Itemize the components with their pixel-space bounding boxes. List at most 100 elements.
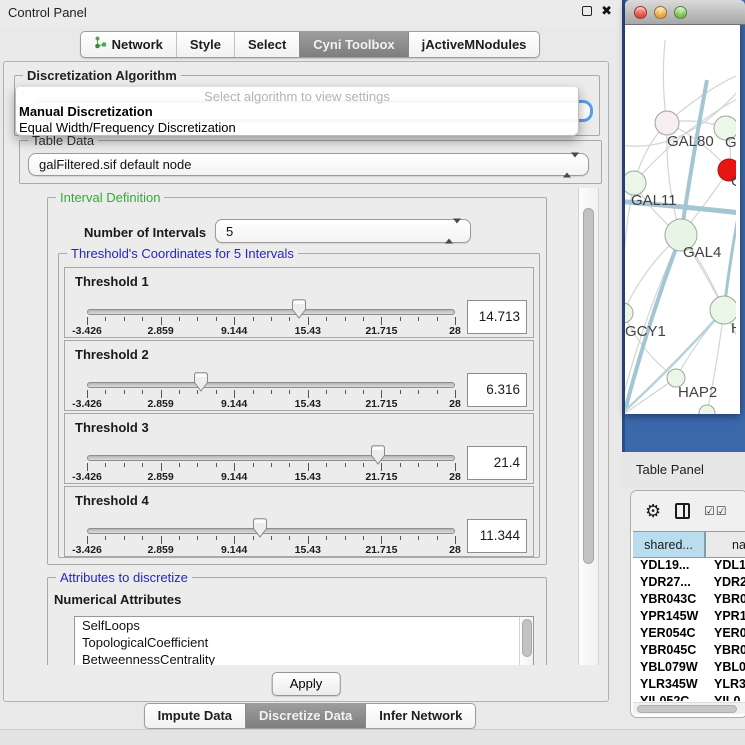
zoom-traffic-light-icon[interactable] xyxy=(674,6,687,19)
tick-mark xyxy=(197,390,198,394)
panel-scrollbar[interactable] xyxy=(578,188,599,665)
tick-mark xyxy=(363,463,364,467)
table-cell: YBR0 xyxy=(706,592,745,609)
table-cell: YDL19... xyxy=(633,558,706,575)
tick-mark xyxy=(124,463,125,467)
tick-mark xyxy=(418,463,419,467)
table-row[interactable]: YDR27...YDR2 xyxy=(633,575,745,592)
column-header-shared[interactable]: shared... xyxy=(633,532,706,557)
tab-cyni-toolbox[interactable]: Cyni Toolbox xyxy=(299,32,407,57)
tab-group: NetworkStyleSelectCyni ToolboxjActiveMNo… xyxy=(80,31,541,58)
tab-select[interactable]: Select xyxy=(234,32,299,57)
tick-mark xyxy=(381,317,382,325)
slider-thumb[interactable] xyxy=(370,445,386,465)
slider-track[interactable] xyxy=(87,528,455,534)
tick-mark xyxy=(308,536,309,544)
gear-icon[interactable]: ⚙ xyxy=(645,502,661,520)
numerical-attributes-list[interactable]: SelfLoopsTopologicalCoefficientBetweenne… xyxy=(74,616,534,665)
tick-mark xyxy=(400,390,401,394)
tick-mark xyxy=(234,317,235,325)
table-row[interactable]: YDL19...YDL1 xyxy=(633,558,745,575)
tick-mark xyxy=(179,390,180,394)
table-data-combobox[interactable]: galFiltered.sif default node xyxy=(28,153,589,176)
algorithm-option-manual-discretization[interactable]: Manual Discretization xyxy=(16,104,578,120)
apply-button[interactable]: Apply xyxy=(272,672,341,696)
table-row[interactable]: YBL079WYBL0 xyxy=(633,660,745,677)
bottom-tab-label: Discretize Data xyxy=(259,708,352,723)
table-row[interactable]: YIL052CYIL0 xyxy=(633,694,745,701)
column-header-na[interactable]: na xyxy=(706,532,745,557)
tick-mark xyxy=(418,536,419,540)
bottom-tab-impute-data[interactable]: Impute Data xyxy=(145,704,245,728)
threshold-4-value-field[interactable]: 11.344 xyxy=(467,519,527,553)
tick-mark xyxy=(234,390,235,398)
slider-thumb[interactable] xyxy=(291,299,307,319)
tick-mark xyxy=(142,390,143,394)
tick-mark xyxy=(253,536,254,540)
threshold-3-slider[interactable]: -3.4262.8599.14415.4321.71528 xyxy=(87,414,455,485)
slider-track[interactable] xyxy=(87,382,455,388)
table-row[interactable]: YLR345WYLR3 xyxy=(633,677,745,694)
slider-tick-labels: -3.4262.8599.14415.4321.71528 xyxy=(87,544,455,557)
tick-label: 9.144 xyxy=(221,544,247,556)
slider-thumb[interactable] xyxy=(193,372,209,392)
tab-network[interactable]: Network xyxy=(81,32,176,57)
bottom-tab-discretize-data[interactable]: Discretize Data xyxy=(245,704,365,728)
table-cell: YIL0 xyxy=(706,694,745,701)
slider-tick-labels: -3.4262.8599.14415.4321.71528 xyxy=(87,471,455,484)
network-canvas[interactable]: GAL80GAGGAL11GAL4GCY1HHAP2 xyxy=(625,25,736,414)
algorithm-option-equal-width-frequency-discretization[interactable]: Equal Width/Frequency Discretization xyxy=(16,120,578,136)
threshold-2-value-field[interactable]: 6.316 xyxy=(467,373,527,407)
attributes-scrollbar[interactable] xyxy=(519,617,534,665)
bottom-node[interactable] xyxy=(699,405,715,414)
stepper-icon xyxy=(563,157,579,172)
attribute-betweennesscentrality[interactable]: BetweennessCentrality xyxy=(75,651,533,665)
tick-mark xyxy=(326,536,327,540)
panel-scroll-thumb[interactable] xyxy=(583,208,594,564)
attributes-scroll-thumb[interactable] xyxy=(522,619,532,657)
close-traffic-light-icon[interactable] xyxy=(634,6,647,19)
slider-track[interactable] xyxy=(87,455,455,461)
minimize-traffic-light-icon[interactable] xyxy=(654,6,667,19)
table-row[interactable]: YPR145WYPR1 xyxy=(633,609,745,626)
number-of-intervals-combobox[interactable]: 5 xyxy=(215,219,471,243)
tick-label: 15.43 xyxy=(295,471,321,483)
threshold-1-value-field[interactable]: 14.713 xyxy=(467,300,527,334)
slider-thumb[interactable] xyxy=(252,518,268,538)
table-row[interactable]: YBR043CYBR0 xyxy=(633,592,745,609)
tick-label: 2.859 xyxy=(147,471,173,483)
threshold-1-slider[interactable]: -3.4262.8599.14415.4321.71528 xyxy=(87,268,455,339)
table-cell: YER0 xyxy=(706,626,745,643)
table-cell: YDR2 xyxy=(706,575,745,592)
slider-track[interactable] xyxy=(87,309,455,315)
node-label-gal4: GAL4 xyxy=(683,244,721,261)
tick-mark xyxy=(308,317,309,325)
threshold-4-slider[interactable]: -3.4262.8599.14415.4321.71528 xyxy=(87,487,455,558)
attribute-selfloops[interactable]: SelfLoops xyxy=(75,617,533,634)
checkbox-icons[interactable]: ☑☑ xyxy=(704,504,728,518)
tick-label: -3.426 xyxy=(72,325,102,337)
attribute-topologicalcoefficient[interactable]: TopologicalCoefficient xyxy=(75,634,533,651)
network-edge xyxy=(681,80,707,235)
threshold-3-value-field[interactable]: 21.4 xyxy=(467,446,527,480)
tab-jactivemnodules[interactable]: jActiveMNodules xyxy=(408,32,540,57)
table-row[interactable]: YBR045CYBR0 xyxy=(633,643,745,660)
split-columns-icon[interactable] xyxy=(675,503,690,519)
GCY1-node[interactable] xyxy=(625,303,633,323)
table-cell: YBR045C xyxy=(633,643,706,660)
tick-mark xyxy=(363,536,364,540)
float-window-icon[interactable] xyxy=(582,6,592,16)
table-row[interactable]: YER054CYER0 xyxy=(633,626,745,643)
GAL80-node[interactable] xyxy=(655,111,679,135)
network-window-titlebar[interactable] xyxy=(625,0,745,25)
threshold-2-slider[interactable]: -3.4262.8599.14415.4321.71528 xyxy=(87,341,455,412)
table-data-group: Table Data galFiltered.sif default node xyxy=(19,140,602,184)
bottom-tab-infer-network[interactable]: Infer Network xyxy=(365,704,475,728)
tab-style[interactable]: Style xyxy=(176,32,234,57)
table-cell: YDR27... xyxy=(633,575,706,592)
close-icon[interactable]: ✖ xyxy=(601,5,612,17)
table-cell: YPR1 xyxy=(706,609,745,626)
table-hscroll-thumb[interactable] xyxy=(637,705,737,713)
table-horizontal-scrollbar[interactable] xyxy=(633,702,745,714)
tick-mark xyxy=(271,536,272,540)
